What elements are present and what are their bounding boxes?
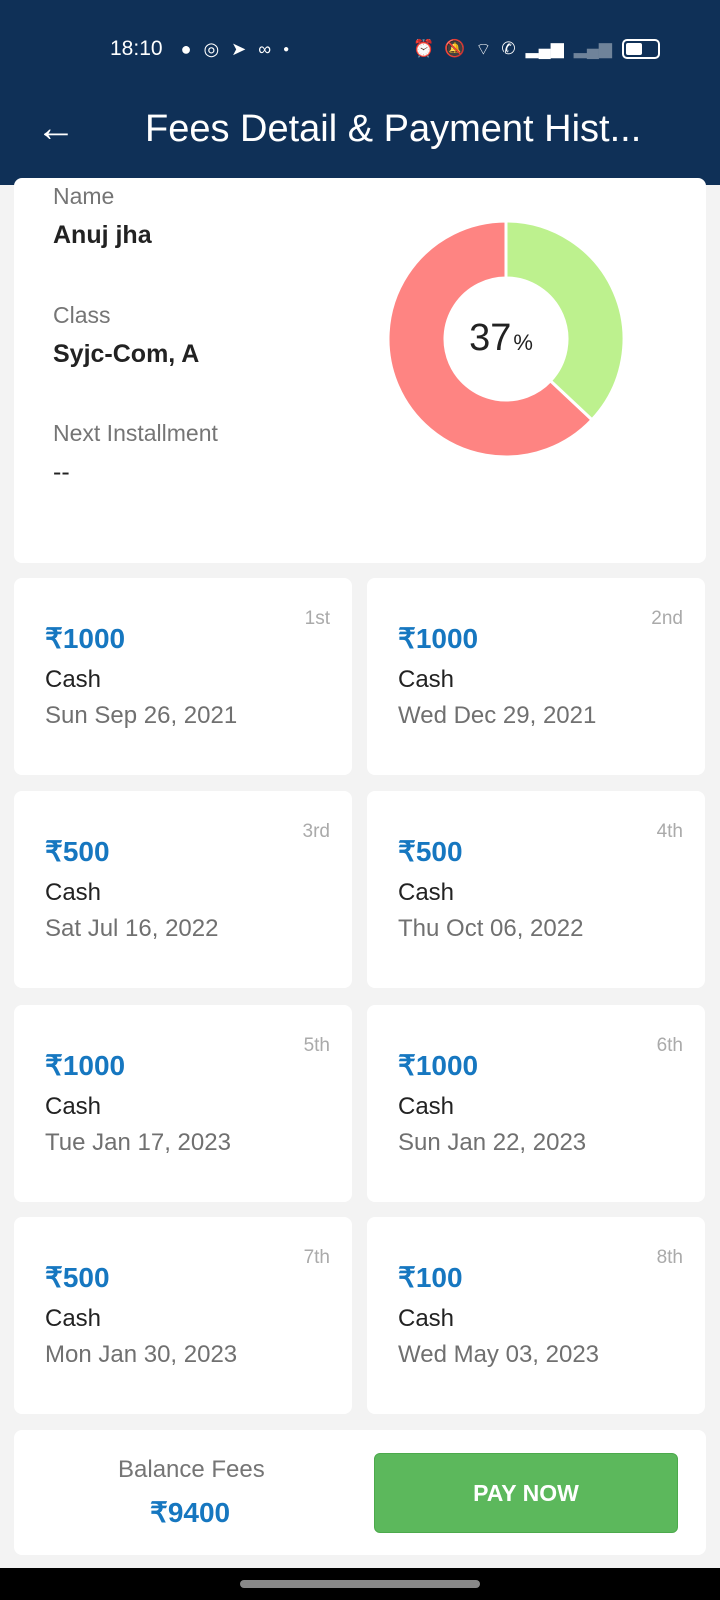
status-bar: 18:10 ● ◎ ➤ ∞ ● ⏰ 🔕 ⌔ ✆ ▂▄▆ ▂▄▆ [110,34,660,64]
percent-unit: % [513,330,533,355]
payment-date: Sun Sep 26, 2021 [45,702,238,729]
balance-value: ₹9400 [150,1497,231,1528]
battery-icon [622,39,660,59]
svg-text:37%: 37% [469,317,533,359]
payment-amount: ₹500 [45,836,110,867]
payment-mode: Cash [398,879,455,906]
installment-number: 6th [656,1035,683,1056]
payment-mode: Cash [45,1093,102,1120]
installment-number: 7th [303,1247,330,1268]
payment-mode: Cash [45,666,102,693]
payment-date: Wed May 03, 2023 [398,1341,600,1368]
payment-card: ₹1000 Cash Wed Dec 29, 2021 2nd [367,578,705,775]
payment-card: ₹1000 Cash Sun Jan 22, 2023 6th [367,1005,705,1202]
mute-icon: 🔕 [444,39,466,58]
payment-card: ₹1000 Cash Sun Sep 26, 2021 1st [14,578,352,775]
payment-card: ₹100 Cash Wed May 03, 2023 8th [367,1217,705,1414]
name-label: Name [53,183,115,209]
paid-slice [504,219,626,422]
alarm-icon: ⏰ [413,39,435,58]
back-arrow-icon[interactable]: ← [36,108,76,148]
balance-card: Balance Fees ₹9400 PAY NOW [14,1430,706,1555]
payment-amount: ₹1000 [45,1050,126,1081]
class-label: Class [53,302,111,328]
gesture-nav-bar [0,1568,720,1600]
payment-amount: ₹1000 [398,623,479,654]
whatsapp-icon: ◎ [203,38,220,59]
installment-number: 2nd [651,608,683,629]
app-bar: 18:10 ● ◎ ➤ ∞ ● ⏰ 🔕 ⌔ ✆ ▂▄▆ ▂▄▆ ← Fees D… [0,0,720,185]
payment-mode: Cash [398,1093,455,1120]
payment-date: Wed Dec 29, 2021 [398,702,597,729]
installment-number: 4th [656,821,683,842]
payment-date: Sun Jan 22, 2023 [398,1129,587,1156]
payment-date: Thu Oct 06, 2022 [398,915,584,942]
wifi-call-icon: ✆ [501,39,516,58]
next-installment-value: -- [53,458,70,486]
payment-card: ₹500 Cash Thu Oct 06, 2022 4th [367,791,705,988]
next-installment-label: Next Installment [53,420,218,446]
payment-mode: Cash [45,1305,102,1332]
fee-progress-donut: 37% [386,219,626,459]
percent-value: 37 [469,317,511,359]
chat-icon: ● [180,38,192,59]
payment-date: Tue Jan 17, 2023 [45,1129,231,1156]
status-time: 18:10 [110,37,163,60]
payment-amount: ₹100 [398,1262,463,1293]
balance-label: Balance Fees [118,1456,265,1483]
student-class: Syjc-Com, A [53,340,200,368]
payment-card: ₹1000 Cash Tue Jan 17, 2023 5th [14,1005,352,1202]
payment-amount: ₹500 [398,836,463,867]
payment-card: ₹500 Cash Mon Jan 30, 2023 7th [14,1217,352,1414]
wifi-icon: ⌔ [475,39,492,59]
payment-date: Sat Jul 16, 2022 [45,915,219,942]
payment-amount: ₹1000 [45,623,126,654]
signal-icon: ▂▄▆ [525,39,564,58]
dot-icon: ● [283,43,290,55]
payment-mode: Cash [398,666,455,693]
payment-date: Mon Jan 30, 2023 [45,1341,238,1368]
pay-now-button[interactable]: PAY NOW [374,1453,678,1533]
installment-number: 1st [304,608,330,629]
payment-mode: Cash [45,879,102,906]
signal-2-icon: ▂▄▆ [573,39,612,58]
student-name: Anuj jha [53,221,152,249]
installment-number: 8th [656,1247,683,1268]
home-handle[interactable] [240,1580,480,1588]
telegram-icon: ➤ [231,38,247,59]
voicemail-icon: ∞ [258,38,272,59]
payment-amount: ₹500 [45,1262,110,1293]
page-title: Fees Detail & Payment Hist... [145,108,642,150]
installment-number: 3rd [302,821,330,842]
payment-card: ₹500 Cash Sat Jul 16, 2022 3rd [14,791,352,988]
payment-amount: ₹1000 [398,1050,479,1081]
installment-number: 5th [303,1035,330,1056]
payment-mode: Cash [398,1305,455,1332]
